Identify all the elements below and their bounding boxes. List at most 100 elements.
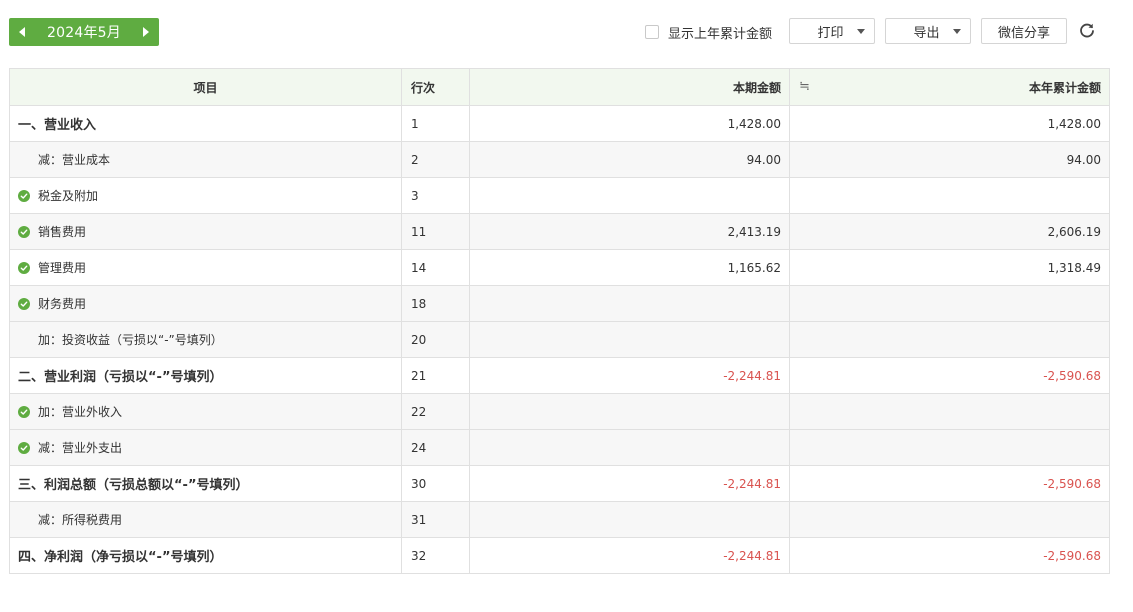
period-navigator: 2024年5月 xyxy=(9,18,159,46)
item-label: 四、净利润（净亏损以“-”号填列） xyxy=(18,550,223,565)
cell-ytd-amount: -2,590.68 xyxy=(789,465,1110,502)
cell-ytd-amount xyxy=(789,285,1110,322)
cell-item-content: 管理费用 xyxy=(18,259,401,276)
cell-ytd-amount: 1,318.49 xyxy=(789,249,1110,286)
print-label: 打印 xyxy=(817,25,844,41)
table-row: 销售费用 11 2,413.19 2,606.19 xyxy=(9,213,1110,250)
show-prev-year-checkbox[interactable] xyxy=(645,25,659,39)
item-label: 减：所得税费用 xyxy=(38,513,123,527)
cell-item: 三、利润总额（亏损总额以“-”号填列） xyxy=(9,465,402,502)
cell-item: 二、营业利润（亏损以“-”号填列） xyxy=(9,357,402,394)
table-row: 财务费用 18 xyxy=(9,285,1110,322)
prev-period-button[interactable] xyxy=(9,18,35,46)
table-row: 四、净利润（净亏损以“-”号填列） 32 -2,244.81 -2,590.68 xyxy=(9,537,1110,574)
cell-item-content: 加：营业外收入 xyxy=(18,403,401,420)
cell-current-amount xyxy=(469,285,790,322)
column-header-current: 本期金额 xyxy=(469,68,790,106)
table-row: 减：营业成本 2 94.00 94.00 xyxy=(9,141,1110,178)
check-circle-icon[interactable] xyxy=(18,405,30,418)
cell-item: 四、净利润（净亏损以“-”号填列） xyxy=(9,537,402,574)
cell-current-amount: -2,244.81 xyxy=(469,537,790,574)
cell-row-number: 1 xyxy=(401,105,470,142)
table-row: 加：投资收益（亏损以“-”号填列） 20 xyxy=(9,321,1110,358)
export-dropdown-button[interactable]: 导出 xyxy=(885,18,971,44)
cell-current-amount: -2,244.81 xyxy=(469,357,790,394)
cell-ytd-amount xyxy=(789,177,1110,214)
item-label: 减：营业成本 xyxy=(38,153,111,167)
cell-ytd-amount: 94.00 xyxy=(789,141,1110,178)
table-row: 三、利润总额（亏损总额以“-”号填列） 30 -2,244.81 -2,590.68 xyxy=(9,465,1110,502)
cell-item: 一、营业收入 xyxy=(9,105,402,142)
check-circle-icon[interactable] xyxy=(18,297,30,310)
item-label: 税金及附加 xyxy=(38,189,99,203)
cell-item-content: 三、利润总额（亏损总额以“-”号填列） xyxy=(18,474,401,493)
column-header-ytd-label: 本年累计金额 xyxy=(1028,80,1101,95)
table-row: 加：营业外收入 22 xyxy=(9,393,1110,430)
caret-left-icon xyxy=(19,27,25,37)
table-row: 税金及附加 3 xyxy=(9,177,1110,214)
column-header-item: 项目 xyxy=(9,68,402,106)
show-prev-year-option[interactable]: 显示上年累计金额 xyxy=(645,22,772,42)
wechat-share-label: 微信分享 xyxy=(997,25,1050,41)
check-circle-icon[interactable] xyxy=(18,189,30,202)
cell-item-content: 税金及附加 xyxy=(18,187,401,204)
cell-row-number: 30 xyxy=(401,465,470,502)
cell-row-number: 20 xyxy=(401,321,470,358)
cell-row-number: 22 xyxy=(401,393,470,430)
cell-current-amount xyxy=(469,501,790,538)
item-label: 三、利润总额（亏损总额以“-”号填列） xyxy=(18,478,249,493)
print-dropdown-button[interactable]: 打印 xyxy=(789,18,875,44)
export-label: 导出 xyxy=(913,25,940,41)
check-circle-icon[interactable] xyxy=(18,441,30,454)
cell-row-number: 14 xyxy=(401,249,470,286)
cell-current-amount: -2,244.81 xyxy=(469,465,790,502)
item-label: 管理费用 xyxy=(38,261,87,275)
ytd-prefix-icon[interactable]: ≒ xyxy=(799,79,810,94)
cell-row-number: 11 xyxy=(401,213,470,250)
cell-row-number: 21 xyxy=(401,357,470,394)
cell-row-number: 31 xyxy=(401,501,470,538)
cell-item: 管理费用 xyxy=(9,249,402,286)
chevron-down-icon xyxy=(953,28,961,34)
cell-ytd-amount: 2,606.19 xyxy=(789,213,1110,250)
cell-item: 税金及附加 xyxy=(9,177,402,214)
refresh-icon[interactable] xyxy=(1078,22,1096,40)
cell-item: 销售费用 xyxy=(9,213,402,250)
cell-item: 减：所得税费用 xyxy=(9,501,402,538)
item-label: 二、营业利润（亏损以“-”号填列） xyxy=(18,370,223,385)
check-circle-icon[interactable] xyxy=(18,225,30,238)
cell-item: 减：营业外支出 xyxy=(9,429,402,466)
cell-item-content: 财务费用 xyxy=(18,295,401,312)
cell-ytd-amount xyxy=(789,501,1110,538)
cell-current-amount xyxy=(469,177,790,214)
cell-row-number: 3 xyxy=(401,177,470,214)
chevron-down-icon xyxy=(857,28,865,34)
cell-item-content: 一、营业收入 xyxy=(18,114,401,133)
next-period-button[interactable] xyxy=(133,18,159,46)
wechat-share-button[interactable]: 微信分享 xyxy=(981,18,1067,44)
cell-current-amount: 2,413.19 xyxy=(469,213,790,250)
cell-ytd-amount xyxy=(789,393,1110,430)
item-label: 减：营业外支出 xyxy=(38,441,123,455)
cell-item-content: 四、净利润（净亏损以“-”号填列） xyxy=(18,546,401,565)
cell-item: 财务费用 xyxy=(9,285,402,322)
cell-ytd-amount xyxy=(789,321,1110,358)
cell-ytd-amount: 1,428.00 xyxy=(789,105,1110,142)
column-header-row: 行次 xyxy=(401,68,470,106)
check-circle-icon[interactable] xyxy=(18,261,30,274)
show-prev-year-label: 显示上年累计金额 xyxy=(668,26,773,42)
cell-item-content: 二、营业利润（亏损以“-”号填列） xyxy=(18,366,401,385)
income-statement-table: 项目 行次 本期金额 ≒ 本年累计金额 一、营业收入 1 1,428.00 1,428… xyxy=(9,68,1110,574)
cell-ytd-amount: -2,590.68 xyxy=(789,537,1110,574)
cell-current-amount: 94.00 xyxy=(469,141,790,178)
cell-current-amount: 1,165.62 xyxy=(469,249,790,286)
caret-right-icon xyxy=(143,27,149,37)
table-row: 减：营业外支出 24 xyxy=(9,429,1110,466)
item-label: 财务费用 xyxy=(38,297,87,311)
table-header-row: 项目 行次 本期金额 ≒ 本年累计金额 xyxy=(9,68,1110,106)
period-label[interactable]: 2024年5月 xyxy=(35,22,133,42)
item-label: 一、营业收入 xyxy=(18,118,97,133)
cell-current-amount xyxy=(469,429,790,466)
cell-item-content: 减：所得税费用 xyxy=(18,511,401,528)
column-header-ytd: ≒ 本年累计金额 xyxy=(789,68,1110,106)
